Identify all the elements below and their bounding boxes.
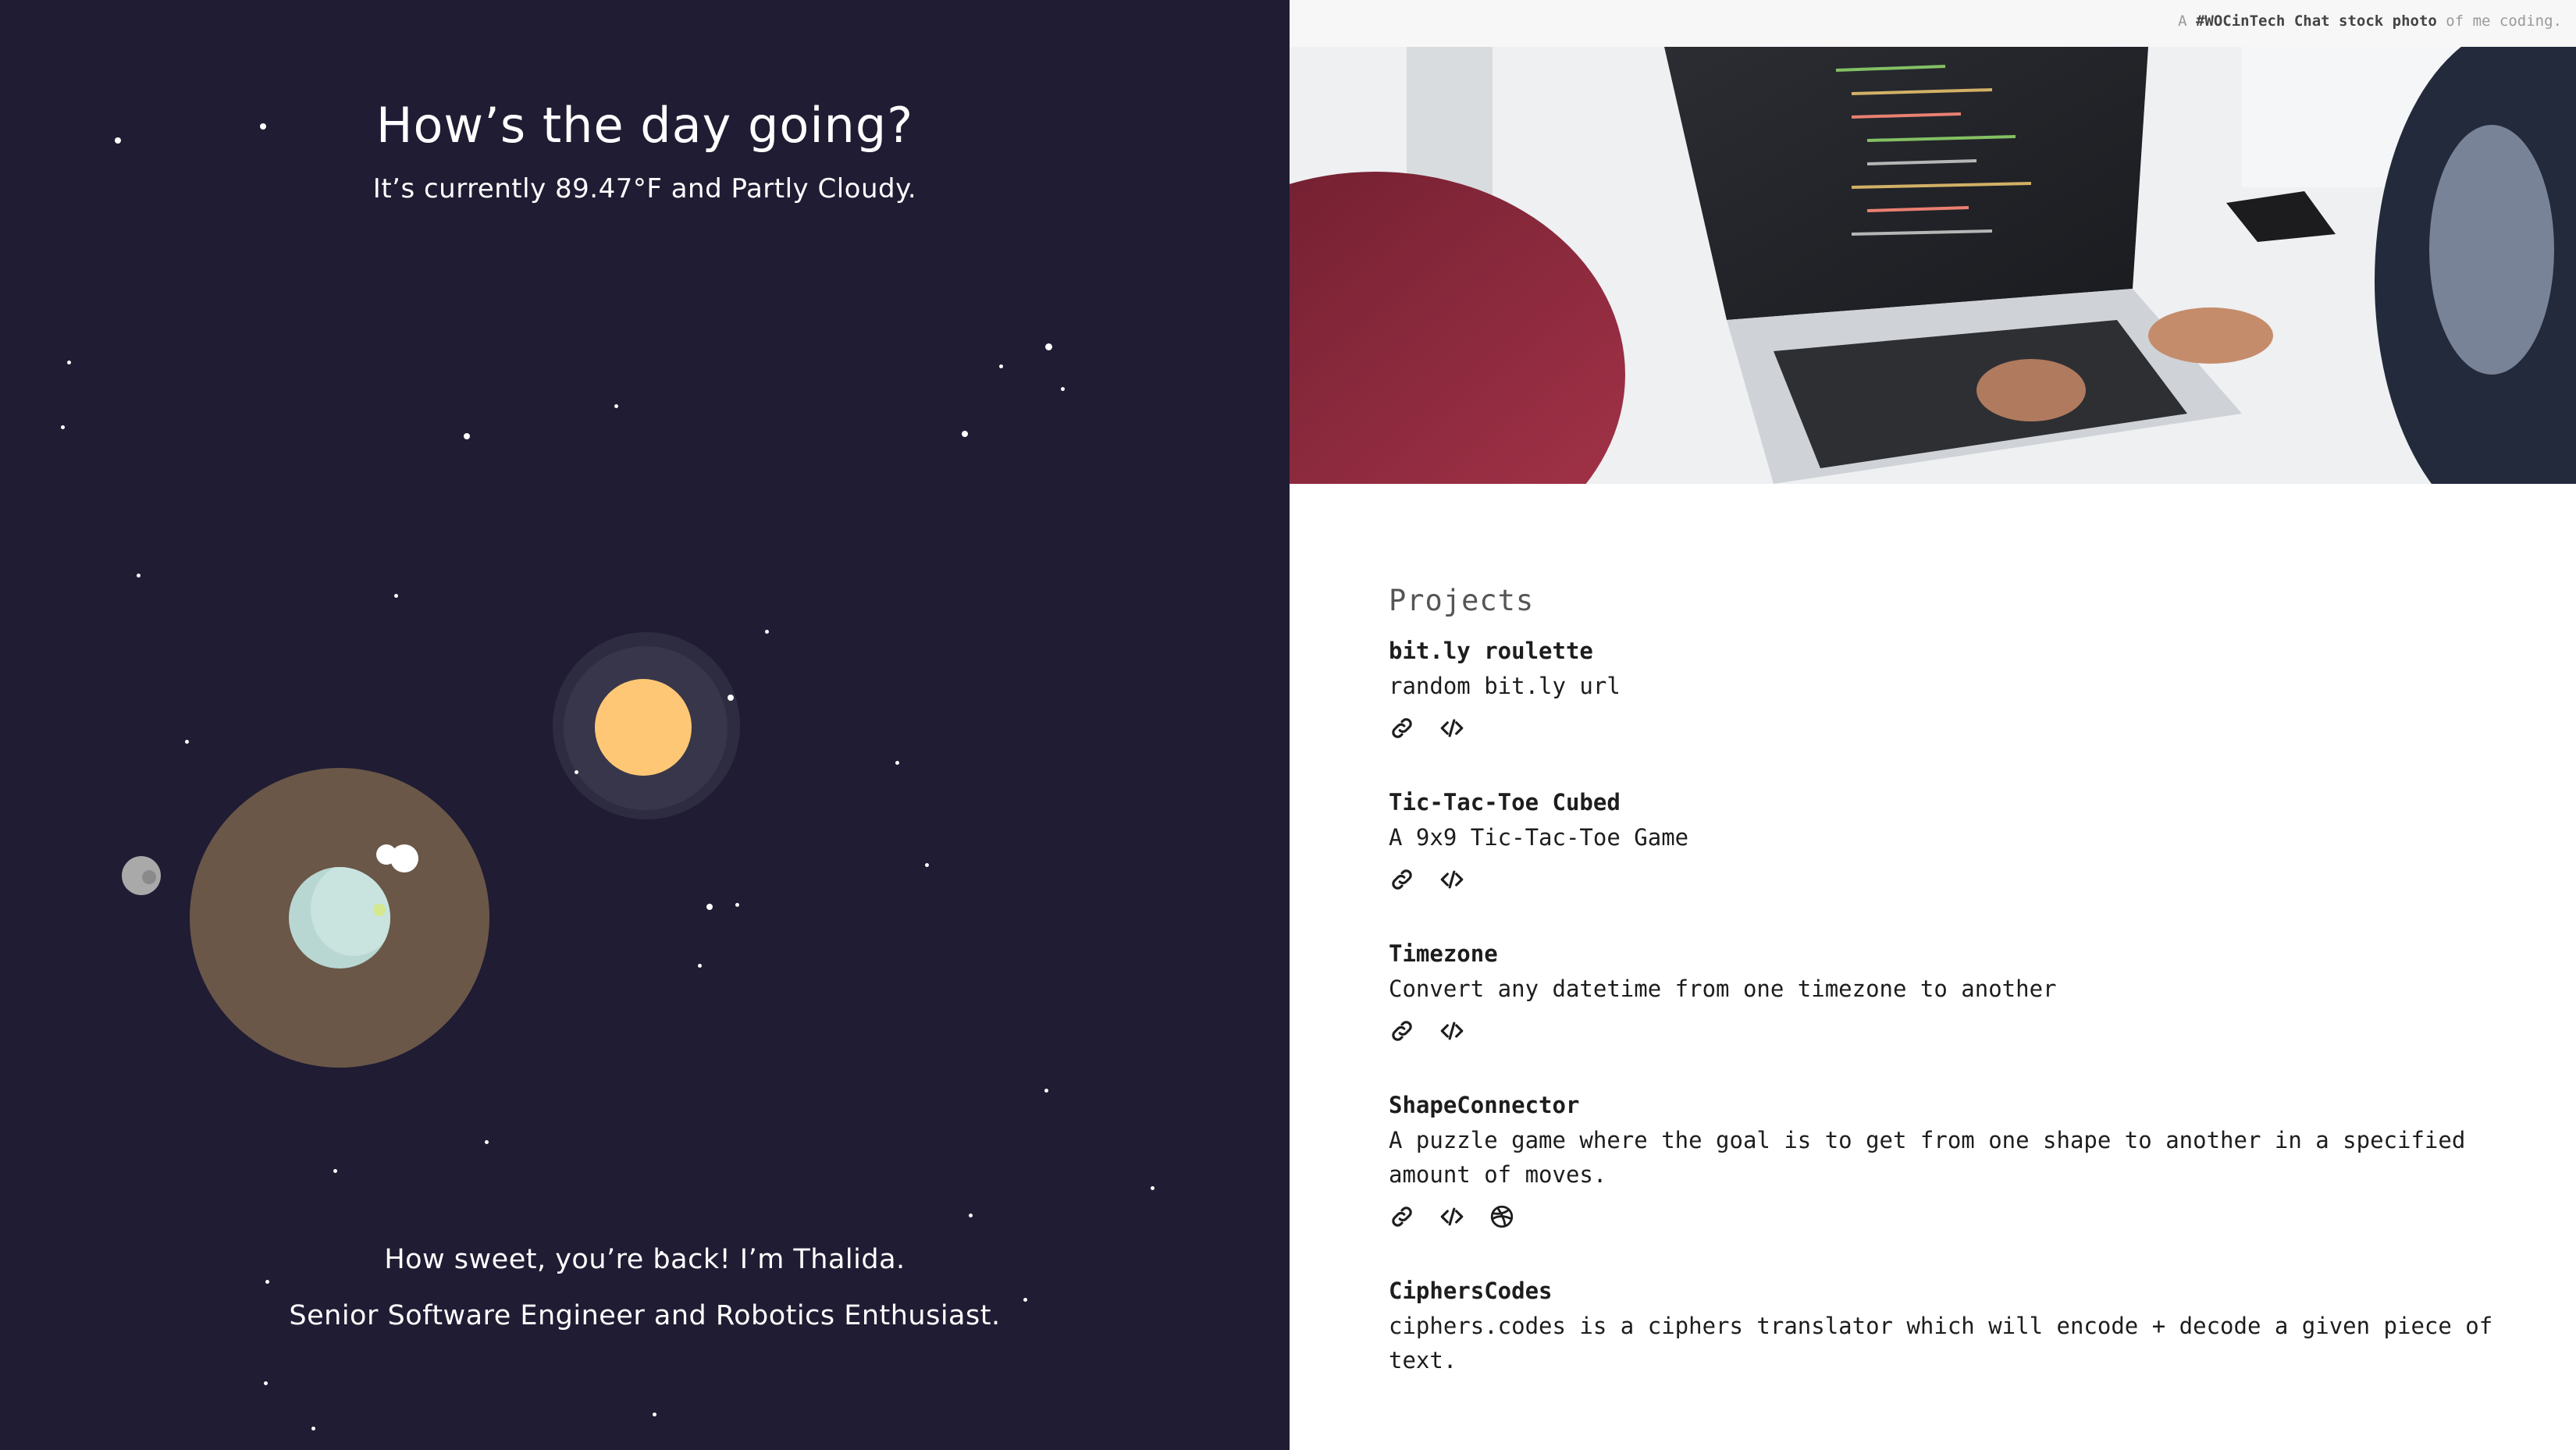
star: [962, 431, 968, 437]
code-icon[interactable]: [1439, 1018, 1465, 1044]
star: [653, 1413, 656, 1416]
project-description: A 9x9 Tic-Tac-Toe Game: [1389, 824, 1689, 851]
photo-caption-bar: A #WOCinTech Chat stock photo of me codi…: [1290, 0, 2576, 47]
star: [706, 904, 713, 910]
code-icon[interactable]: [1439, 1203, 1465, 1230]
star: [1045, 343, 1052, 350]
project-description: ciphers.codes is a ciphers translator wh…: [1389, 1313, 2493, 1374]
planet-core: [289, 867, 390, 968]
project-description: A puzzle game where the goal is to get f…: [1389, 1127, 2466, 1188]
star: [394, 594, 398, 598]
caption-prefix: A: [2178, 12, 2196, 30]
code-icon[interactable]: [1439, 715, 1465, 741]
star: [67, 361, 71, 364]
project-name: Tic-Tac-Toe Cubed: [1389, 789, 1621, 816]
star: [925, 863, 929, 867]
hero-panel: How’s the day going? It’s currently 89.4…: [0, 0, 1290, 1450]
link-icon[interactable]: [1389, 1018, 1415, 1044]
star: [1061, 387, 1065, 391]
project-links: [1389, 1017, 2521, 1045]
project-description: random bit.ly url: [1389, 673, 1621, 699]
content-panel: A #WOCinTech Chat stock photo of me codi…: [1290, 0, 2576, 1450]
code-icon[interactable]: [1439, 866, 1465, 893]
project-name: ShapeConnector: [1389, 1092, 1580, 1118]
project-name: Timezone: [1389, 940, 1498, 967]
projects-section: Projects bit.ly roulette random bit.ly ur…: [1389, 584, 2521, 1424]
project-links: [1389, 1203, 2521, 1231]
star: [485, 1140, 489, 1144]
greeting-heading: How’s the day going?: [375, 97, 914, 154]
link-icon[interactable]: [1389, 715, 1415, 741]
star: [264, 1381, 268, 1385]
star: [311, 1427, 315, 1430]
project-item: CiphersCodes ciphers.codes is a ciphers t…: [1389, 1278, 2521, 1377]
coding-photo: [1290, 47, 2576, 484]
star: [115, 137, 121, 144]
star: [265, 1280, 269, 1284]
link-icon[interactable]: [1389, 866, 1415, 893]
star: [333, 1169, 337, 1173]
project-list: bit.ly roulette random bit.ly url Tic-Tac-…: [1389, 638, 2521, 1377]
star: [999, 364, 1003, 368]
project-name: CiphersCodes: [1389, 1278, 1553, 1304]
weather-text: It’s currently 89.47°F and Partly Cloudy…: [372, 173, 917, 204]
star: [698, 964, 702, 968]
photo-caption: A #WOCinTech Chat stock photo of me codi…: [2178, 12, 2562, 30]
star: [735, 903, 739, 907]
planet-spot: [373, 904, 386, 916]
caption-suffix: of me coding.: [2436, 12, 2562, 30]
project-name: bit.ly roulette: [1389, 638, 1593, 664]
project-item: bit.ly roulette random bit.ly url: [1389, 638, 2521, 742]
project-links: [1389, 865, 2521, 894]
star: [61, 425, 65, 429]
star: [260, 123, 266, 130]
project-item: Timezone Convert any datetime from one ti…: [1389, 940, 2521, 1045]
intro-title: Senior Software Engineer and Robotics En…: [289, 1300, 1001, 1331]
star: [969, 1214, 973, 1217]
dribbble-icon[interactable]: [1489, 1203, 1515, 1230]
coding-photo-illustration: [1290, 47, 2576, 484]
star: [137, 574, 141, 578]
project-item: Tic-Tac-Toe Cubed A 9x9 Tic-Tac-Toe Game: [1389, 789, 2521, 894]
star: [895, 761, 899, 765]
projects-heading: Projects: [1389, 584, 1535, 617]
project-links: [1389, 714, 2521, 742]
project-description: Convert any datetime from one timezone t…: [1389, 976, 2057, 1002]
star: [765, 630, 769, 634]
star: [464, 433, 470, 439]
sun-illustration: [595, 679, 692, 776]
link-icon[interactable]: [1389, 1203, 1415, 1230]
star: [614, 404, 618, 408]
star: [1151, 1186, 1155, 1190]
star: [1044, 1089, 1048, 1093]
intro-greeting: How sweet, you’re back! I’m Thalida.: [384, 1244, 906, 1275]
moon-illustration: [122, 856, 161, 895]
cloud-puff: [390, 844, 418, 872]
star: [185, 740, 189, 744]
caption-link[interactable]: #WOCinTech Chat stock photo: [2196, 12, 2437, 30]
project-item: ShapeConnector A puzzle game where the go…: [1389, 1092, 2521, 1231]
